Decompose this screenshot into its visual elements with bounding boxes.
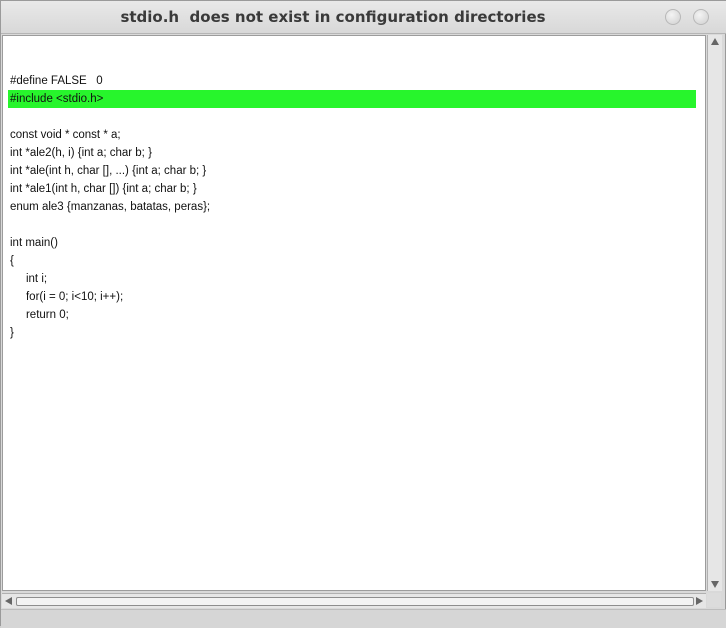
close-button[interactable]: [693, 9, 709, 25]
horizontal-scroll-thumb[interactable]: [16, 597, 694, 606]
error-window: stdio.h does not exist in configuration …: [0, 0, 726, 628]
code-view[interactable]: #define FALSE 0 #include <stdio.h> const…: [2, 35, 706, 591]
window-title: stdio.h does not exist in configuration …: [120, 8, 546, 26]
highlighted-code-line: #include <stdio.h>: [8, 90, 696, 108]
code-line: int main(): [10, 237, 58, 249]
horizontal-scrollbar[interactable]: [2, 593, 706, 608]
code-line: #define FALSE 0: [10, 75, 103, 87]
code-line: int i;: [10, 273, 48, 285]
code-line: {: [10, 255, 14, 267]
code-line: }: [10, 327, 14, 339]
code-line: return 0;: [10, 309, 69, 321]
vertical-scrollbar[interactable]: [707, 35, 722, 591]
code-line: int *ale1(int h, char []) {int a; char b…: [10, 183, 197, 195]
scroll-left-icon[interactable]: [5, 597, 12, 605]
code-line: for(i = 0; i<10; i++);: [10, 291, 124, 303]
code-line: const void * const * a;: [10, 129, 121, 141]
code-line: int *ale2(h, i) {int a; char b; }: [10, 147, 152, 159]
title-bar[interactable]: stdio.h does not exist in configuration …: [1, 1, 726, 34]
window-bottom-edge: [1, 609, 726, 628]
scroll-up-icon[interactable]: [711, 38, 719, 45]
code-line: enum ale3 {manzanas, batatas, peras};: [10, 201, 211, 213]
scroll-down-icon[interactable]: [711, 581, 719, 588]
scroll-right-icon[interactable]: [696, 597, 703, 605]
minimize-button[interactable]: [665, 9, 681, 25]
code-line: int *ale(int h, char [], ...) {int a; ch…: [10, 165, 207, 177]
scrollbar-corner: [707, 593, 721, 607]
code-text-area: #define FALSE 0 #include <stdio.h> const…: [3, 54, 703, 342]
